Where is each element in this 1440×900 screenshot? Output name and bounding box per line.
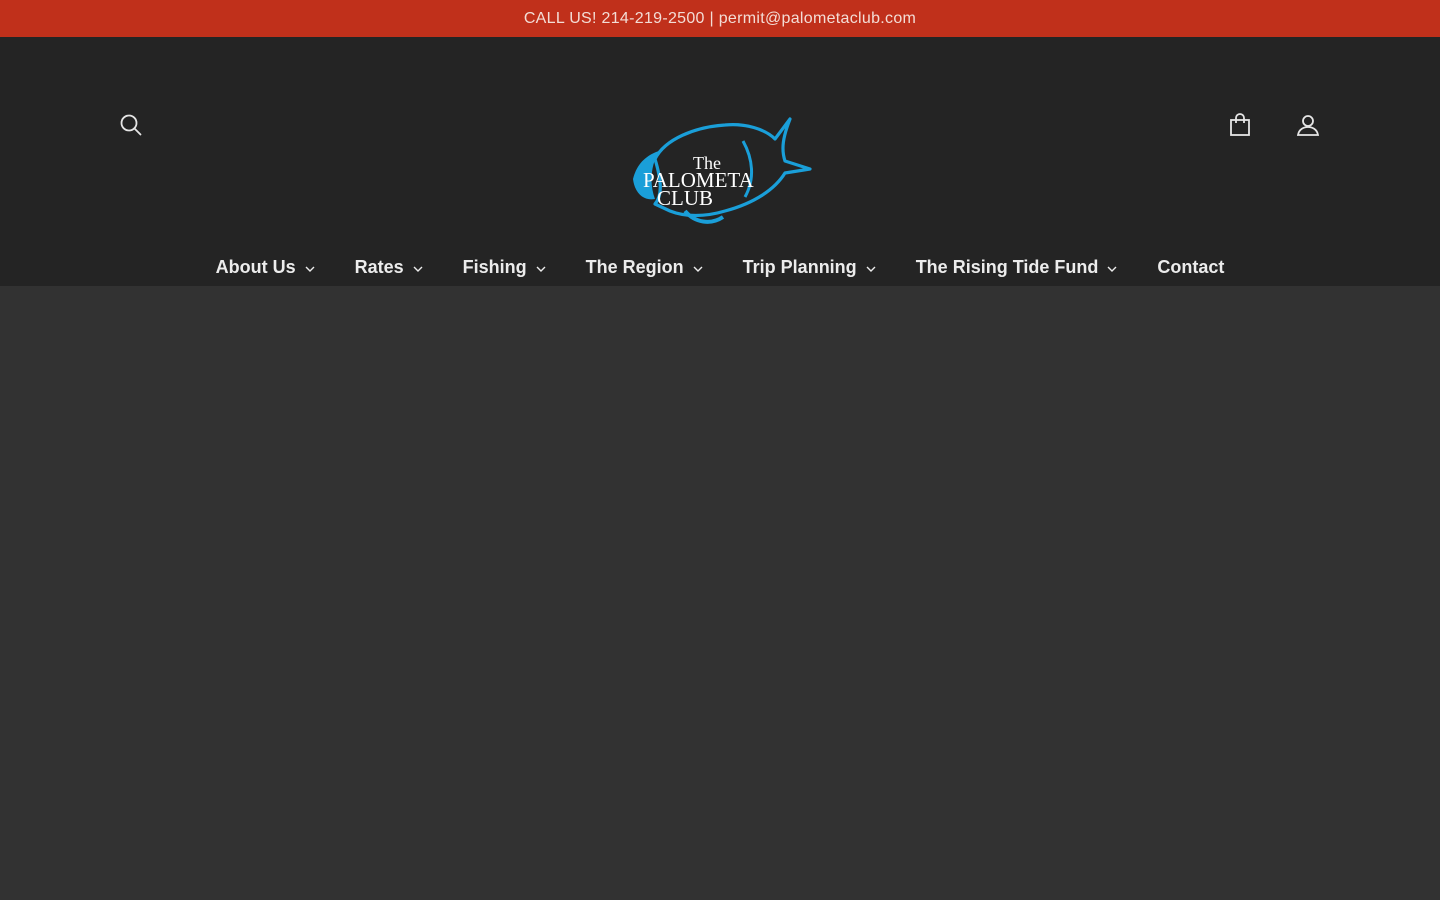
cart-button[interactable]	[1224, 109, 1256, 141]
nav-item-trip-planning[interactable]: Trip Planning	[743, 257, 876, 278]
site-logo[interactable]: The PALOMETA CLUB	[625, 99, 815, 229]
nav-item-the-region[interactable]: The Region	[586, 257, 703, 278]
search-button[interactable]	[115, 109, 147, 141]
nav-item-label: Trip Planning	[742, 257, 857, 277]
nav-item-about-us[interactable]: About Us	[216, 257, 315, 278]
nav-item-rising-tide-fund[interactable]: The Rising Tide Fund	[916, 257, 1118, 278]
chevron-down-icon	[1107, 266, 1117, 272]
nav-item-label: The Region	[585, 257, 684, 277]
nav-item-label: The Rising Tide Fund	[915, 257, 1099, 277]
chevron-down-icon	[866, 266, 876, 272]
nav-item-label: Fishing	[462, 257, 527, 277]
search-icon	[120, 114, 142, 136]
announcement-bar: CALL US! 214-219-2500 | permit@palometac…	[0, 0, 1440, 37]
nav-item-label: Rates	[354, 257, 404, 277]
chevron-down-icon	[536, 266, 546, 272]
nav-item-label: About Us	[215, 257, 296, 277]
account-button[interactable]	[1292, 109, 1324, 141]
chevron-down-icon	[413, 266, 423, 272]
main-nav: About Us Rates Fishing The Region Trip P…	[0, 257, 1440, 278]
nav-item-fishing[interactable]: Fishing	[463, 257, 546, 278]
nav-item-contact[interactable]: Contact	[1157, 257, 1224, 278]
user-icon	[1296, 115, 1320, 136]
nav-item-rates[interactable]: Rates	[355, 257, 423, 278]
nav-item-label: Contact	[1157, 257, 1225, 277]
chevron-down-icon	[305, 266, 315, 272]
logo-line3: CLUB	[657, 186, 713, 210]
site-header: The PALOMETA CLUB About Us Rates Fishing…	[0, 37, 1440, 286]
announcement-text[interactable]: CALL US! 214-219-2500 | permit@palometac…	[524, 10, 916, 28]
shopping-bag-icon	[1230, 113, 1250, 136]
palometa-fish-logo: The PALOMETA CLUB	[633, 117, 812, 224]
chevron-down-icon	[693, 266, 703, 272]
main-content	[0, 286, 1440, 900]
